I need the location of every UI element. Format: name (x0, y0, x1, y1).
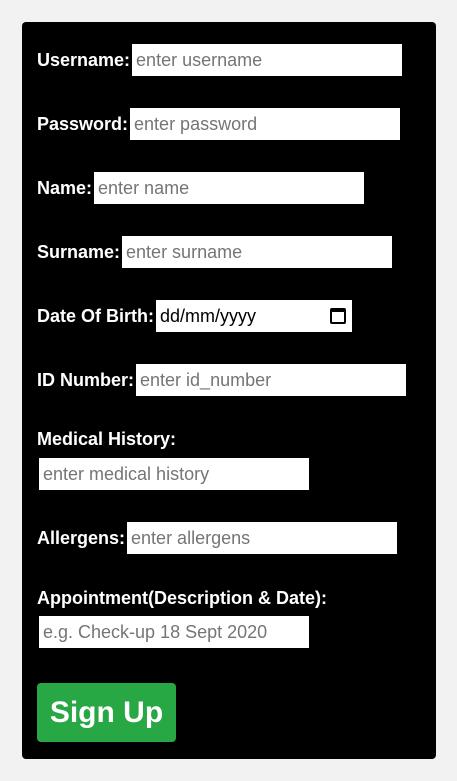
id-number-input[interactable] (134, 362, 409, 398)
username-label: Username: (37, 49, 131, 70)
username-input[interactable] (130, 42, 405, 78)
appointment-label: Appointment(Description & Date): (37, 588, 327, 608)
dob-label: Date Of Birth: (37, 305, 154, 326)
password-row: Password: (37, 106, 403, 142)
id-number-label: ID Number: (37, 369, 135, 390)
signup-form: Username: Password: Name: Surname: Date … (22, 22, 436, 759)
surname-input[interactable] (120, 234, 395, 270)
sign-up-button[interactable]: Sign Up (37, 683, 176, 742)
name-row: Name: (37, 170, 367, 206)
allergens-row: Allergens: (37, 520, 400, 556)
password-input[interactable] (128, 106, 403, 142)
surname-label: Surname: (37, 241, 121, 262)
allergens-input[interactable] (125, 520, 400, 556)
name-input[interactable] (92, 170, 367, 206)
medical-history-label: Medical History: (37, 429, 177, 449)
password-label: Password: (37, 113, 129, 134)
allergens-label: Allergens: (37, 527, 126, 548)
id-number-row: ID Number: (37, 362, 409, 398)
surname-row: Surname: (37, 234, 395, 270)
username-row: Username: (37, 42, 405, 78)
dob-input[interactable]: dd/mm/yyyy (154, 298, 354, 334)
dob-value: dd/mm/yyyy (160, 305, 257, 326)
dob-row: Date Of Birth: dd/mm/yyyy (37, 298, 354, 334)
calendar-icon[interactable] (330, 308, 346, 324)
appointment-input[interactable] (37, 614, 311, 650)
name-label: Name: (37, 177, 93, 198)
medical-history-input[interactable] (37, 456, 311, 492)
